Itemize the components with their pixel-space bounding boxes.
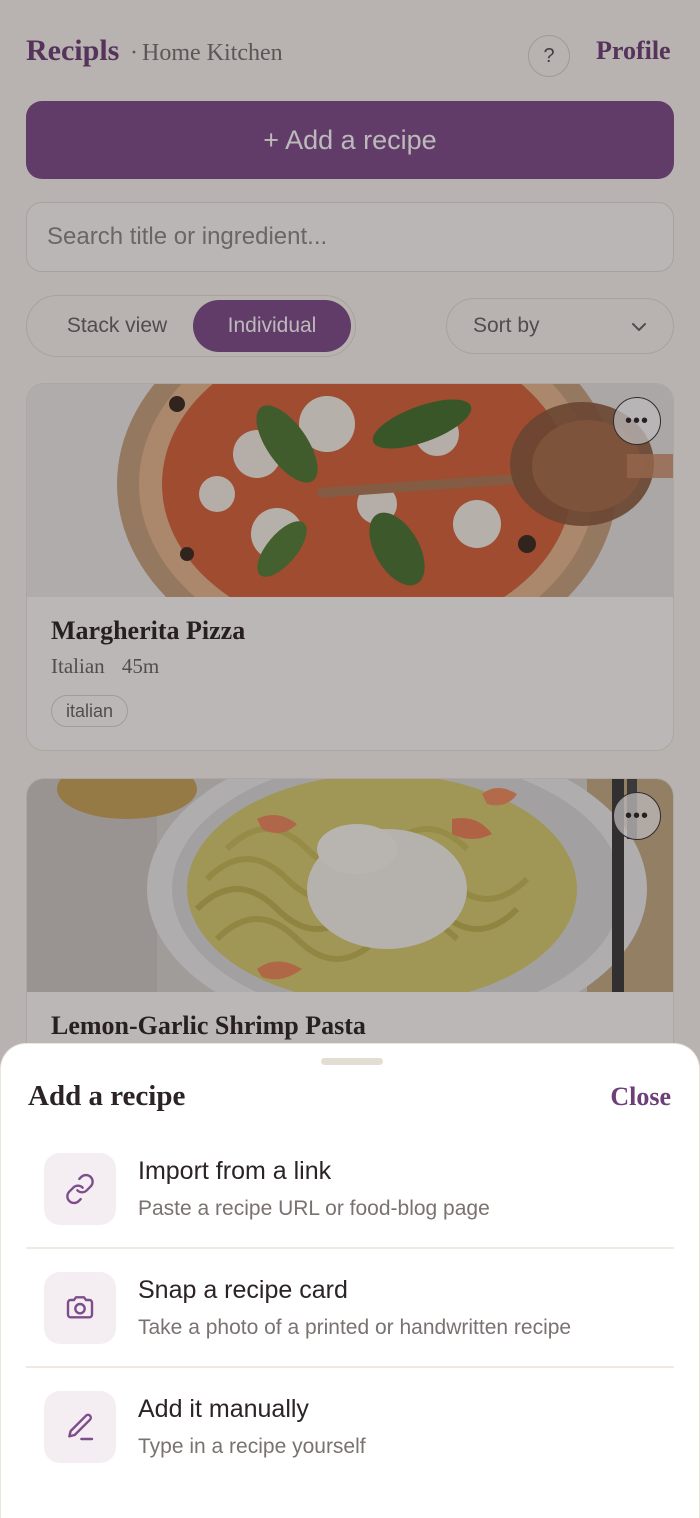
- option-description: Take a photo of a printed or handwritten…: [138, 1316, 572, 1339]
- sheet-grabber[interactable]: [321, 1058, 383, 1065]
- camera-icon: [44, 1272, 116, 1344]
- snap-card-option[interactable]: Snap a recipe card Take a photo of a pri…: [26, 1262, 674, 1358]
- option-description: Type in a recipe yourself: [138, 1435, 366, 1458]
- link-icon: [44, 1153, 116, 1225]
- divider: [26, 1366, 674, 1368]
- option-label: Snap a recipe card: [138, 1276, 348, 1304]
- option-label: Import from a link: [138, 1157, 332, 1185]
- option-label: Add it manually: [138, 1395, 309, 1423]
- sheet-title: Add a recipe: [28, 1080, 186, 1112]
- close-button[interactable]: Close: [610, 1082, 671, 1112]
- divider: [26, 1247, 674, 1249]
- import-link-option[interactable]: Import from a link Paste a recipe URL or…: [26, 1143, 674, 1239]
- option-description: Paste a recipe URL or food-blog page: [138, 1197, 490, 1220]
- pencil-icon: [44, 1391, 116, 1463]
- add-manually-option[interactable]: Add it manually Type in a recipe yoursel…: [26, 1381, 674, 1477]
